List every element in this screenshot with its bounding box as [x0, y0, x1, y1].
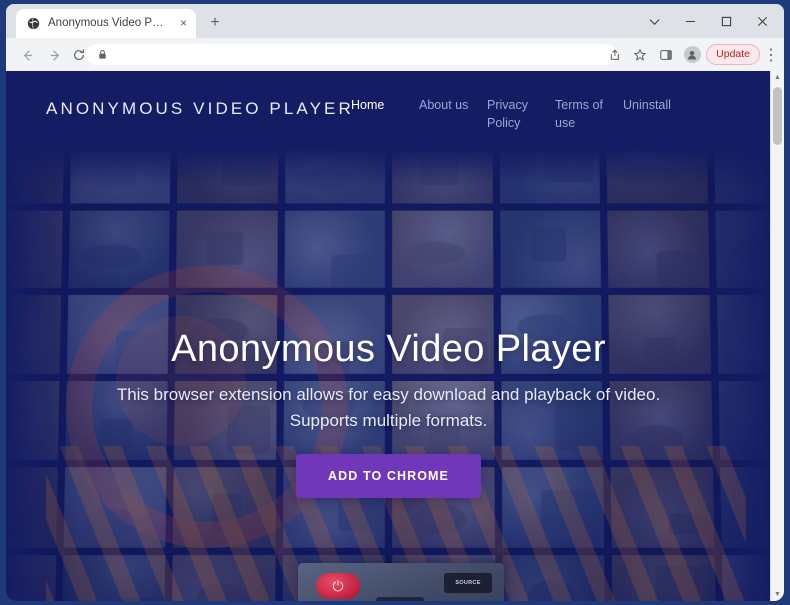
page-scrollbar[interactable]: ▲ ▼	[770, 71, 784, 601]
tab-close-icon[interactable]: ×	[176, 16, 191, 31]
remote-hdmi-key: HDMI	[376, 597, 424, 601]
hero-cta-wrapper: ADD TO CHROME	[6, 454, 771, 498]
hero-subtitle: This browser extension allows for easy d…	[116, 385, 661, 430]
toolbar-right-actions: Update ⋮	[602, 43, 780, 66]
remote-power-button: ⏻	[316, 573, 360, 599]
window-controls	[636, 7, 780, 35]
tab-strip: Anonymous Video Player × +	[6, 4, 784, 38]
tab-title: Anonymous Video Player	[48, 17, 166, 29]
new-tab-button[interactable]: +	[204, 12, 226, 34]
nav-item-home[interactable]: Home	[351, 96, 419, 132]
tab-search-icon[interactable]	[636, 7, 672, 35]
lock-icon	[99, 49, 106, 59]
browser-tab[interactable]: Anonymous Video Player ×	[16, 9, 196, 38]
hero-title: Anonymous Video Player	[171, 328, 606, 370]
side-panel-icon[interactable]	[654, 43, 678, 66]
minimize-button[interactable]	[672, 7, 708, 35]
browser-toolbar: Update ⋮	[6, 38, 784, 71]
remote-source-key: SOURCE	[444, 573, 492, 593]
browser-window: Anonymous Video Player × + Update ⋮ ⏻ SO…	[0, 0, 790, 605]
browser-frame: Anonymous Video Player × + Update ⋮ ⏻ SO…	[6, 4, 784, 601]
back-button[interactable]	[16, 44, 38, 66]
scroll-down-icon[interactable]: ▼	[771, 588, 784, 601]
scrollbar-thumb[interactable]	[773, 87, 782, 145]
site-header: ANONYMOUS VIDEO PLAYER Home About us Priva…	[6, 71, 771, 149]
share-icon[interactable]	[602, 43, 626, 66]
nav-item-about-us[interactable]: About us	[419, 96, 487, 132]
nav-item-uninstall[interactable]: Uninstall	[623, 96, 691, 132]
nav-item-privacy-policy[interactable]: Privacy Policy	[487, 96, 555, 132]
globe-icon	[27, 17, 40, 30]
hero-section: Anonymous Video Player This browser exte…	[6, 326, 771, 498]
scroll-up-icon[interactable]: ▲	[771, 71, 784, 84]
page-viewport: ⏻ SOURCE HDMI 123456789 TTX/MIX 0 PRE-CH…	[6, 71, 784, 601]
tv-remote-photo: ⏻ SOURCE HDMI 123456789 TTX/MIX 0 PRE-CH	[298, 563, 504, 601]
add-to-chrome-button[interactable]: ADD TO CHROME	[295, 454, 481, 498]
mosaic-fade-top	[6, 149, 771, 185]
address-bar[interactable]	[86, 44, 616, 65]
forward-button[interactable]	[44, 44, 66, 66]
close-window-button[interactable]	[744, 7, 780, 35]
bookmark-star-icon[interactable]	[628, 43, 652, 66]
maximize-button[interactable]	[708, 7, 744, 35]
avatar[interactable]	[680, 43, 704, 66]
site-logo[interactable]: ANONYMOUS VIDEO PLAYER	[46, 99, 354, 119]
update-button[interactable]: Update	[706, 44, 760, 65]
nav-item-terms-of-use[interactable]: Terms of use	[555, 96, 623, 132]
main-navigation: Home About us Privacy Policy Terms of use Un…	[351, 96, 771, 132]
browser-menu-button[interactable]: ⋮	[762, 43, 780, 66]
